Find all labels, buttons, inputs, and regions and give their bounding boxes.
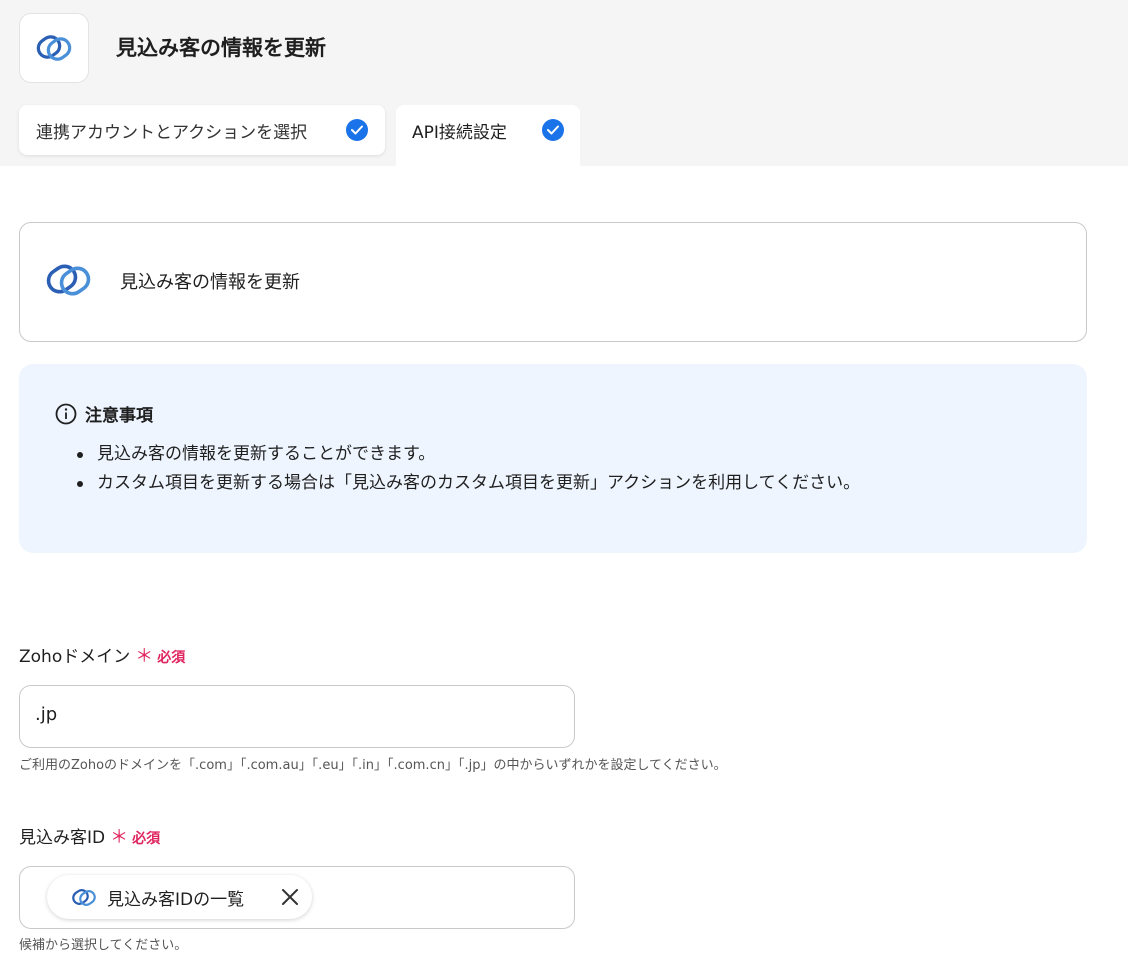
required-star: ＊ — [110, 827, 129, 848]
chip-label: 見込み客IDの一覧 — [107, 889, 245, 910]
label-text: Zohoドメイン — [19, 647, 131, 667]
header-area: 見込み客の情報を更新 連携アカウントとアクションを選択 API接続設定 — [0, 0, 1128, 166]
info-icon — [55, 403, 77, 424]
required-text: 必須 — [132, 831, 161, 847]
page-title: 見込み客の情報を更新 — [116, 36, 326, 60]
list-item: カスタム項目を更新する場合は「見込み客のカスタム項目を更新」アクションを利用して… — [77, 469, 860, 498]
required-star: ＊ — [135, 646, 154, 667]
lead-id-help-text: 候補から選択してください。 — [19, 938, 188, 953]
zoho-logo-icon — [46, 264, 91, 296]
domain-input[interactable]: .jp — [19, 685, 575, 748]
domain-help-text: ご利用のZohoのドメインを「.com」「.com.au」「.eu」「.in」「… — [19, 758, 727, 773]
action-label: 見込み客の情報を更新 — [120, 272, 300, 293]
close-icon[interactable] — [280, 887, 300, 907]
domain-field-label: Zohoドメイン ＊ 必須 — [19, 645, 185, 670]
required-text: 必須 — [157, 650, 186, 666]
lead-id-field-label: 見込み客ID ＊ 必須 — [19, 826, 160, 851]
tab-api-settings[interactable]: API接続設定 — [396, 105, 580, 166]
notice-list: 見込み客の情報を更新することができます。 カスタム項目を更新する場合は「見込み客… — [77, 440, 860, 498]
lead-id-input[interactable]: 見込み客IDの一覧 — [19, 866, 575, 929]
input-value: .jp — [35, 704, 58, 725]
check-circle-icon — [542, 119, 564, 141]
notice-box: 注意事項 見込み客の情報を更新することができます。 カスタム項目を更新する場合は… — [19, 364, 1087, 553]
notice-header: 注意事項 — [55, 401, 153, 426]
notice-title: 注意事項 — [85, 406, 153, 426]
lead-id-chip[interactable]: 見込み客IDの一覧 — [47, 875, 312, 919]
tab-account-action[interactable]: 連携アカウントとアクションを選択 — [19, 105, 385, 155]
tab-label: API接続設定 — [412, 122, 507, 143]
zoho-logo-icon — [36, 35, 72, 61]
app-icon-tile — [19, 13, 89, 83]
list-item: 見込み客の情報を更新することができます。 — [77, 440, 860, 469]
zoho-logo-icon — [72, 889, 96, 906]
tab-label: 連携アカウントとアクションを選択 — [36, 122, 308, 143]
selected-action-card: 見込み客の情報を更新 — [19, 222, 1087, 342]
label-text: 見込み客ID — [19, 828, 106, 848]
check-circle-icon — [346, 119, 368, 141]
